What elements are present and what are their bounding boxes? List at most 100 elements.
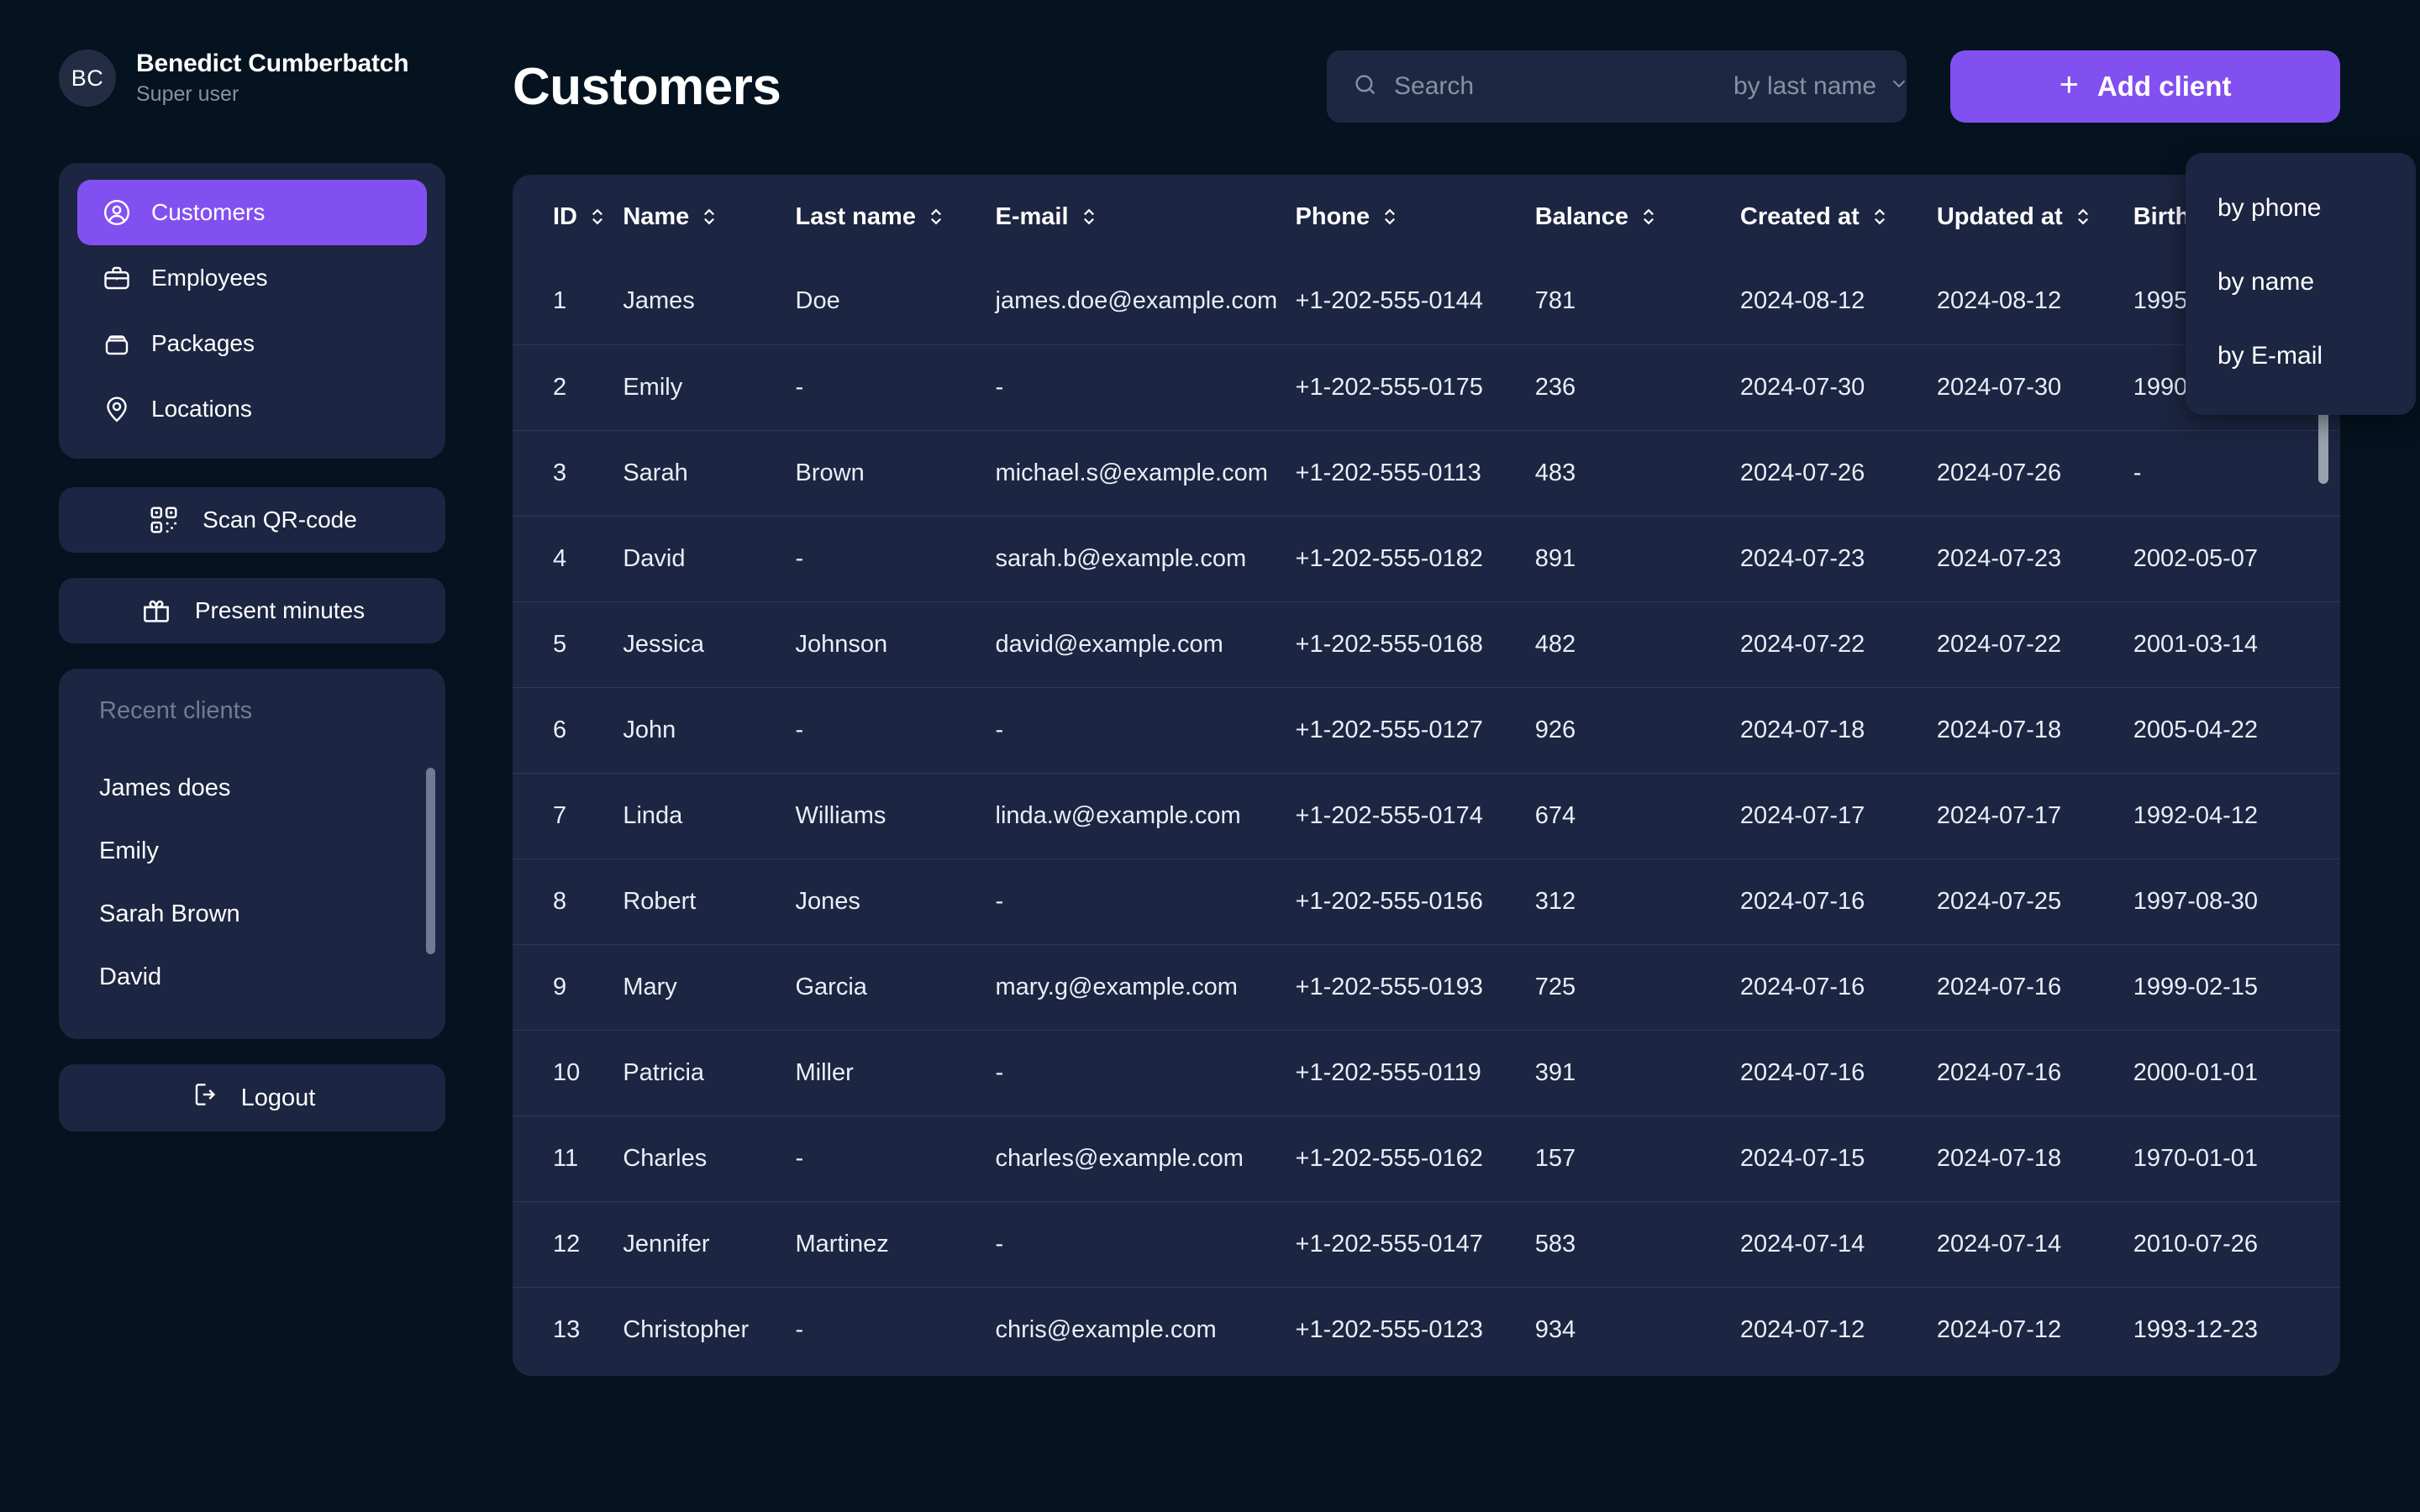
column-header-phone[interactable]: Phone [1296, 175, 1535, 259]
profile-role: Super user [136, 82, 239, 106]
menu-item-by-email[interactable]: by E-mail [2186, 319, 2416, 393]
column-header-id[interactable]: ID [513, 175, 623, 259]
cell-id: 9 [513, 943, 623, 1030]
sort-icon[interactable] [701, 206, 718, 228]
column-label: ID [553, 202, 577, 230]
list-item[interactable]: Emily [59, 820, 445, 883]
sort-icon[interactable] [1640, 206, 1657, 228]
table-row[interactable]: 4 David - sarah.b@example.com +1-202-555-018… [513, 515, 2340, 601]
cell-balance: 725 [1534, 943, 1740, 1030]
top-bar: Customers by last name [513, 0, 2340, 168]
briefcase-icon [101, 262, 133, 294]
page-title: Customers [513, 57, 781, 116]
column-label: Balance [1534, 202, 1628, 230]
column-header-last-name[interactable]: Last name [796, 175, 996, 259]
present-minutes-button[interactable]: Present minutes [59, 578, 445, 643]
cell-balance: 157 [1534, 1115, 1740, 1201]
scan-qr-code-label: Scan QR-code [203, 507, 357, 533]
sort-icon[interactable] [928, 206, 944, 228]
table-row[interactable]: 8 Robert Jones - +1-202-555-0156 312 2024-07-1… [513, 858, 2340, 944]
cell-phone: +1-202-555-0147 [1295, 1200, 1535, 1287]
table-row[interactable]: 9 Mary Garcia mary.g@example.com +1-202-555-… [513, 943, 2340, 1030]
cell-created: 2024-07-14 [1739, 1200, 1937, 1287]
recent-clients-scrollbar[interactable] [426, 768, 435, 954]
column-label: E-mail [995, 202, 1069, 230]
table-row[interactable]: 10 Patricia Miller - +1-202-555-0119 391 2024-… [513, 1029, 2340, 1116]
cell-email: james.doe@example.com [995, 287, 1278, 315]
table-row[interactable]: 7 Linda Williams linda.w@example.com +1-202-… [513, 772, 2340, 858]
map-pin-icon [101, 393, 133, 425]
cell-name: Jennifer [623, 1200, 796, 1287]
column-header-email[interactable]: E-mail [996, 175, 1296, 259]
cell-created: 2024-08-12 [1739, 287, 1865, 315]
logout-button[interactable]: Logout [59, 1064, 445, 1131]
cell-email: mary.g@example.com [995, 943, 1296, 1030]
cell-last: Johnson [795, 601, 996, 687]
menu-item-by-name[interactable]: by name [2186, 245, 2416, 319]
sidebar-item-packages[interactable]: Packages [77, 311, 427, 376]
column-header-created-at[interactable]: Created at [1740, 175, 1937, 259]
scan-qr-code-button[interactable]: Scan QR-code [59, 487, 445, 553]
cell-last: - [795, 344, 996, 430]
sidebar-nav: Customers Employees Packages Locations [59, 163, 445, 459]
cell-birth: 1999-02-15 [2133, 943, 2340, 1030]
search-filter-dropdown[interactable]: by last name [1733, 72, 1910, 101]
table-row[interactable]: 11 Charles - charles@example.com +1-202-555-… [513, 1115, 2340, 1201]
cell-id: 8 [513, 858, 623, 944]
sidebar-item-customers[interactable]: Customers [77, 180, 427, 245]
cell-name: Emily [623, 344, 796, 430]
sidebar-item-employees[interactable]: Employees [77, 245, 427, 311]
table-row[interactable]: 2 Emily - - +1-202-555-0175 236 2024-07-30 2024… [513, 344, 2340, 430]
cell-created: 2024-07-15 [1739, 1115, 1937, 1201]
cell-email: - [995, 1200, 1296, 1287]
cell-updated: 2024-08-12 [1936, 287, 2062, 315]
cell-email: - [995, 1029, 1296, 1116]
cell-created: 2024-07-16 [1739, 858, 1937, 944]
column-label: Updated at [1936, 202, 2063, 230]
cell-birth: 1993-12-23 [2133, 1286, 2340, 1373]
cell-balance: 891 [1534, 515, 1740, 601]
add-client-button[interactable]: + Add client [1950, 50, 2340, 123]
cell-id: 12 [513, 1200, 623, 1287]
cell-id: 5 [513, 601, 623, 687]
table-row[interactable]: 3 Sarah Brown michael.s@example.com +1-202-5… [513, 429, 2340, 516]
logout-icon [189, 1079, 219, 1116]
list-item[interactable]: David [59, 946, 445, 1009]
column-header-name[interactable]: Name [623, 175, 795, 259]
list-item[interactable]: Sarah Brown [59, 883, 445, 946]
table-row[interactable]: 6 John - - +1-202-555-0127 926 2024-07-18 2024-… [513, 686, 2340, 773]
sidebar-item-locations[interactable]: Locations [77, 376, 427, 442]
sidebar-item-label: Customers [151, 199, 266, 225]
cell-name: John [623, 686, 796, 773]
sort-icon[interactable] [589, 206, 606, 228]
search-box[interactable]: by last name [1327, 50, 1907, 123]
table-row[interactable]: 1 James Doe james.doe@example.com +1-202-555… [513, 259, 2340, 344]
cell-id: 1 [553, 287, 567, 315]
sort-icon[interactable] [1081, 206, 1097, 228]
table-row[interactable]: 12 Jennifer Martinez - +1-202-555-0147 583 202… [513, 1200, 2340, 1287]
menu-item-by-phone[interactable]: by phone [2186, 171, 2416, 245]
user-profile[interactable]: BC Benedict Cumberbatch Super user [59, 40, 445, 116]
column-header-updated-at[interactable]: Updated at [1937, 175, 2133, 259]
cell-balance: 781 [1534, 287, 1576, 315]
sidebar-item-label: Employees [151, 265, 268, 291]
recent-clients-list: James does Emily Sarah Brown David [59, 757, 445, 1009]
cell-created: 2024-07-17 [1739, 772, 1937, 858]
search-input[interactable] [1394, 72, 1718, 101]
cell-balance: 583 [1534, 1200, 1740, 1287]
table-row[interactable]: 13 Christopher - chris@example.com +1-202-55… [513, 1286, 2340, 1373]
cell-birth: 1970-01-01 [2133, 1115, 2340, 1201]
column-header-balance[interactable]: Balance [1535, 175, 1740, 259]
sort-icon[interactable] [1871, 206, 1888, 228]
sort-icon[interactable] [2075, 206, 2091, 228]
table-row[interactable]: 5 Jessica Johnson david@example.com +1-202-5… [513, 601, 2340, 687]
cell-birth: - [2133, 429, 2340, 516]
cell-balance: 482 [1534, 601, 1740, 687]
sort-icon[interactable] [1381, 206, 1398, 228]
column-label: Phone [1295, 202, 1370, 230]
cell-last: - [795, 686, 996, 773]
cell-updated: 2024-07-16 [1936, 1029, 2133, 1116]
list-item[interactable]: James does [59, 757, 445, 820]
cell-updated: 2024-07-22 [1936, 601, 2133, 687]
cell-email: charles@example.com [995, 1115, 1296, 1201]
